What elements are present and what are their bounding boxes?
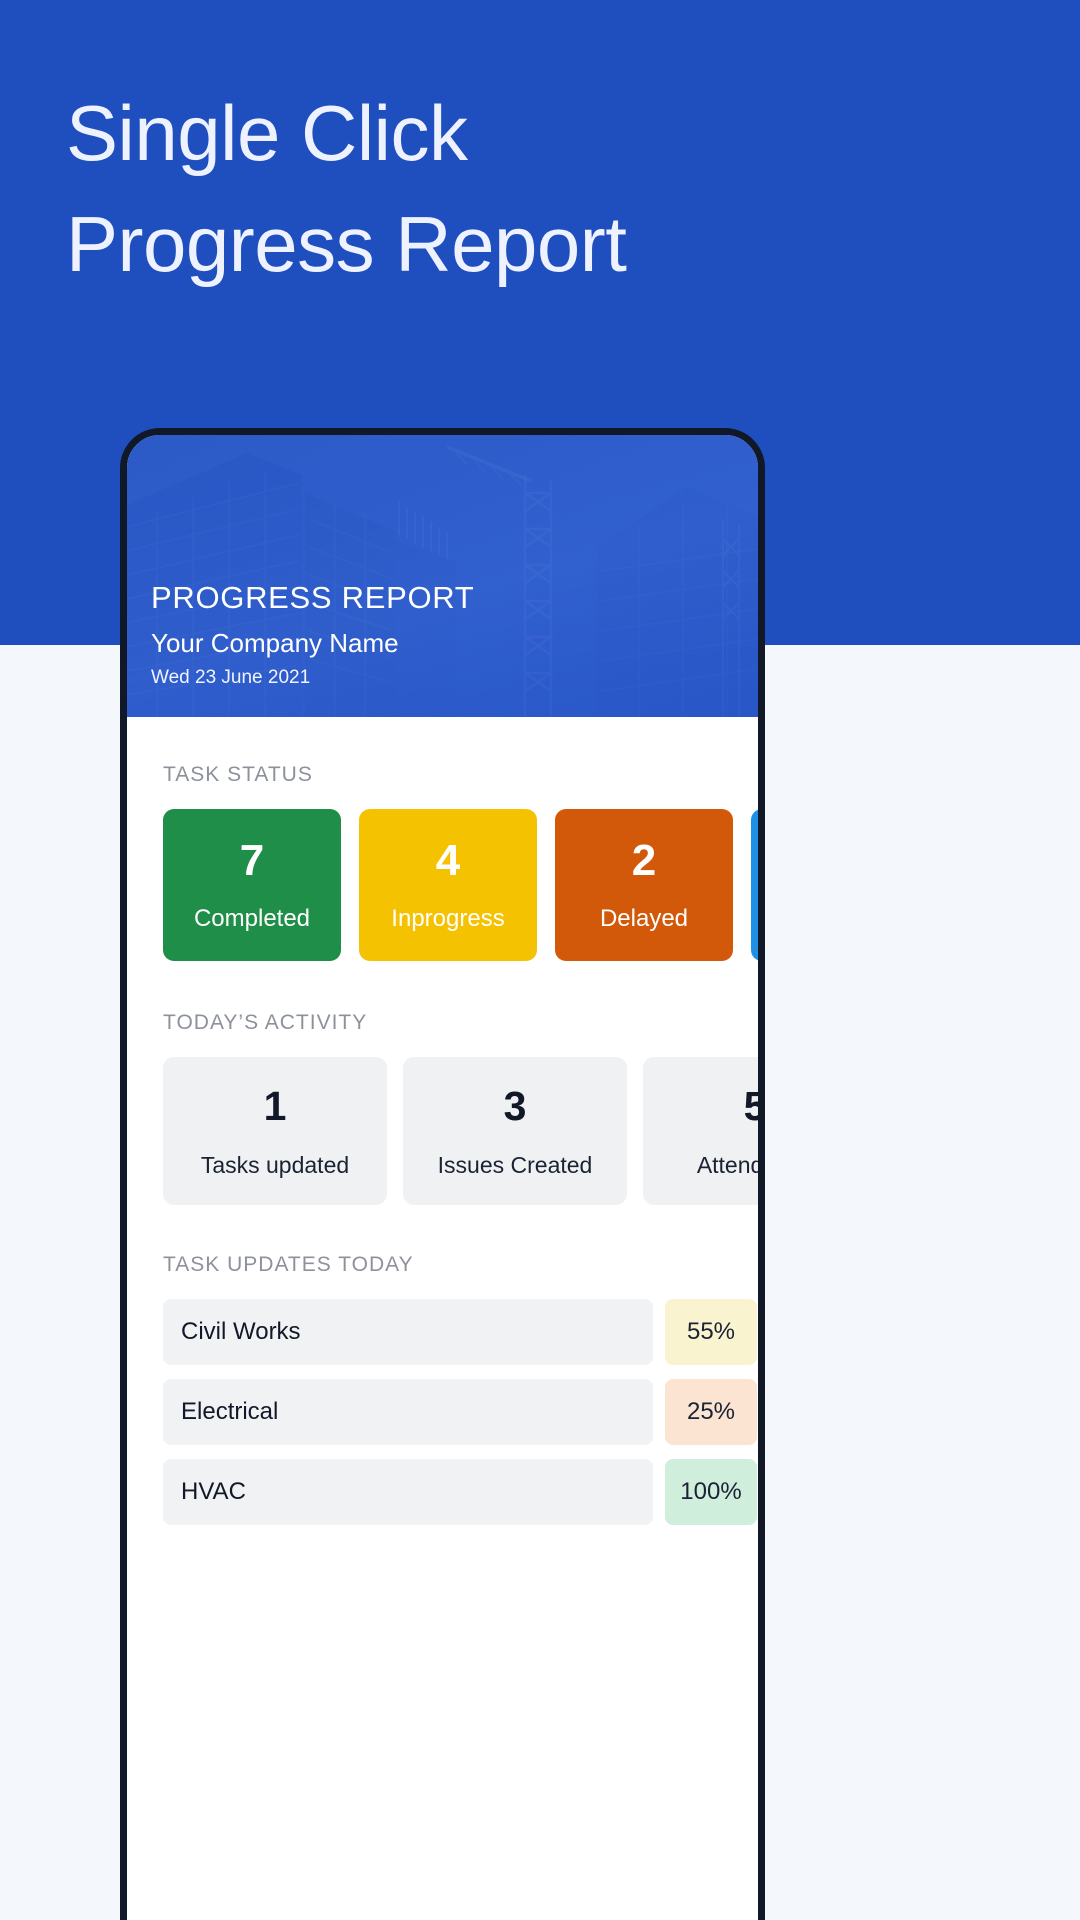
hero-headline: Single Click Progress Report	[66, 89, 627, 288]
status-card-value: 7	[239, 836, 265, 885]
activity-card-value: 5	[744, 1085, 758, 1127]
task-percent-badge: 100%	[665, 1459, 757, 1525]
phone-screen: PROGRESS REPORT Your Company Name Wed 23…	[127, 435, 758, 1920]
activity-card-issues-created[interactable]: 3 Issues Created	[403, 1057, 627, 1205]
status-card-delayed[interactable]: 2 Delayed	[555, 809, 733, 961]
status-card-label: Delayed	[599, 905, 689, 932]
activity-card-attendance[interactable]: 5 Attendance	[643, 1057, 758, 1205]
report-title: PROGRESS REPORT	[151, 580, 475, 616]
status-card-value: 2	[631, 836, 657, 885]
activity-card-label: Tasks updated	[200, 1151, 350, 1178]
screenshot-stage: Single Click Progress Report PROGRESS RE…	[0, 0, 1080, 1920]
task-updates-list: Civil Works 55% Electrical 25% HVAC 100%	[127, 1299, 758, 1525]
task-name: Electrical	[163, 1379, 653, 1445]
report-header-text: PROGRESS REPORT Your Company Name Wed 23…	[151, 581, 474, 689]
task-row[interactable]: Civil Works 55%	[163, 1299, 758, 1365]
status-card-value: 4	[435, 836, 461, 885]
section-label-task-status: TASK STATUS	[163, 763, 313, 786]
activity-card-label: Attendance	[696, 1151, 758, 1178]
phone-mockup: PROGRESS REPORT Your Company Name Wed 23…	[120, 428, 765, 1920]
section-label-todays-activity: TODAY’S ACTIVITY	[163, 1011, 368, 1034]
status-card-partial-blue[interactable]	[751, 809, 758, 961]
section-label-task-updates-today: TASK UPDATES TODAY	[163, 1253, 414, 1276]
task-percent-badge: 55%	[665, 1299, 757, 1365]
task-name: Civil Works	[163, 1299, 653, 1365]
status-card-label: Inprogress	[391, 905, 505, 932]
report-body: TASK STATUS 7 Completed 4 Inprogress 2 D…	[127, 717, 758, 1525]
report-header: PROGRESS REPORT Your Company Name Wed 23…	[127, 435, 758, 717]
activity-card-label: Issues Created	[437, 1151, 593, 1178]
task-row[interactable]: HVAC 100%	[163, 1459, 758, 1525]
activity-card-value: 1	[263, 1082, 287, 1129]
task-status-card-row[interactable]: 7 Completed 4 Inprogress 2 Delayed	[127, 809, 758, 961]
activity-card-value: 3	[503, 1082, 527, 1129]
status-card-completed[interactable]: 7 Completed	[163, 809, 341, 961]
activity-card-tasks-updated[interactable]: 1 Tasks updated	[163, 1057, 387, 1205]
todays-activity-card-row[interactable]: 1 Tasks updated 3 Issues Created 5 Atten…	[127, 1057, 758, 1205]
task-percent-badge: 25%	[665, 1379, 757, 1445]
task-name: HVAC	[163, 1459, 653, 1525]
report-date: Wed 23 June 2021	[151, 667, 311, 689]
company-name: Your Company Name	[151, 627, 399, 658]
status-card-inprogress[interactable]: 4 Inprogress	[359, 809, 537, 961]
task-row[interactable]: Electrical 25%	[163, 1379, 758, 1445]
status-card-label: Completed	[193, 905, 311, 932]
